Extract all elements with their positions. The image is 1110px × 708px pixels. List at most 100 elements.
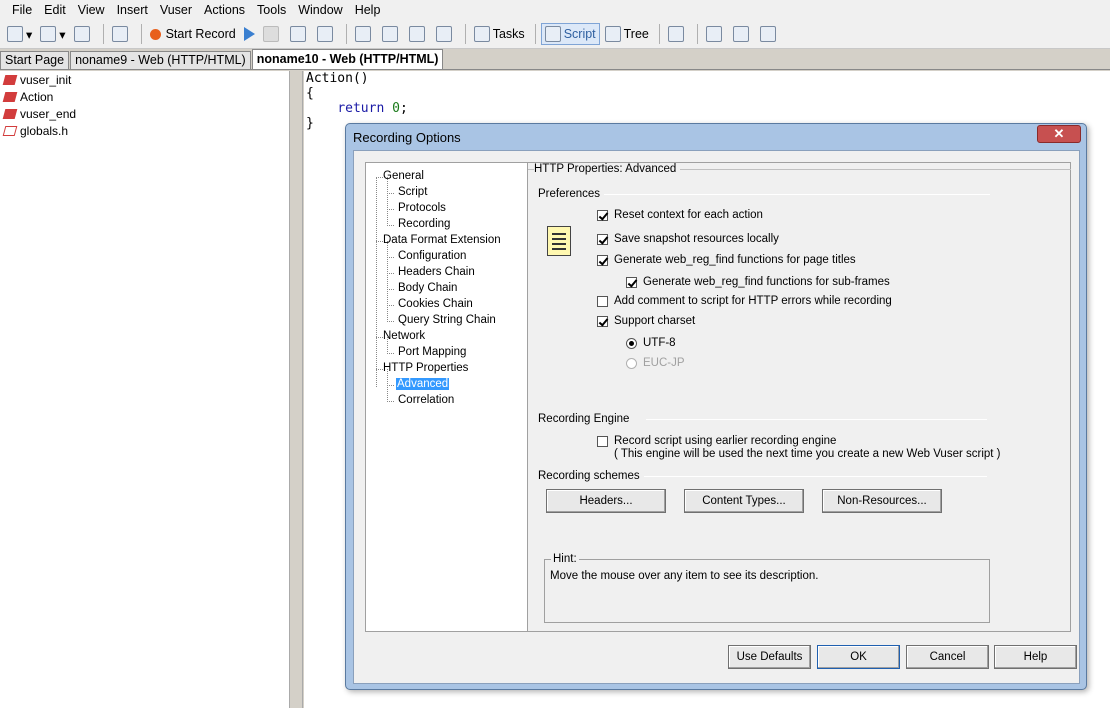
earlier-engine-checkbox[interactable]: Record script using earlier recording en…: [597, 435, 836, 447]
tree-item-action[interactable]: Action: [0, 88, 289, 105]
dialog-body: General Script Protocols Recording Data …: [353, 150, 1080, 684]
nav-configuration[interactable]: Configuration: [398, 250, 466, 262]
support-charset-checkbox[interactable]: Support charset: [597, 315, 695, 327]
nav-advanced[interactable]: Advanced: [396, 378, 450, 390]
stop-icon: [262, 26, 279, 42]
nav-data-format-extension[interactable]: Data Format Extension: [383, 234, 501, 246]
close-button[interactable]: ✕: [1037, 125, 1081, 143]
transaction-button[interactable]: [406, 23, 431, 45]
nav-general[interactable]: General: [383, 170, 424, 182]
tree-view-button[interactable]: Tree: [602, 23, 652, 45]
find-button[interactable]: [109, 23, 134, 45]
nav-recording[interactable]: Recording: [398, 218, 450, 230]
content-types-button[interactable]: Content Types...: [684, 489, 804, 513]
rendezvous-icon: [435, 26, 452, 42]
use-defaults-button[interactable]: Use Defaults: [728, 645, 811, 669]
eucjp-radio[interactable]: EUC-JP: [626, 357, 685, 369]
checkbox-box: [597, 233, 608, 245]
rendezvous-button[interactable]: [433, 23, 458, 45]
tree-item-vuser-init[interactable]: vuser_init: [0, 71, 289, 88]
recording-schemes-label: Recording schemes: [538, 470, 644, 482]
nav-cookies-chain[interactable]: Cookies Chain: [398, 298, 473, 310]
nav-protocols[interactable]: Protocols: [398, 202, 446, 214]
script-tree-pane: vuser_init Action vuser_end globals.h: [0, 71, 290, 708]
new-icon: [7, 26, 23, 42]
toolbar-separator: [102, 24, 104, 44]
document-tabs: Start Page noname9 - Web (HTTP/HTML) non…: [0, 49, 1110, 70]
tab-noname9[interactable]: noname9 - Web (HTTP/HTML): [70, 51, 251, 69]
reset-context-checkbox[interactable]: Reset context for each action: [597, 209, 763, 221]
non-resources-button[interactable]: Non-Resources...: [822, 489, 942, 513]
menu-window[interactable]: Window: [292, 3, 348, 17]
compile-icon: [289, 26, 306, 42]
run-button[interactable]: [241, 23, 258, 45]
tree-connector: [387, 273, 394, 274]
cancel-button[interactable]: Cancel: [906, 645, 989, 669]
nav-script[interactable]: Script: [398, 186, 427, 198]
dialog-title: Recording Options: [353, 130, 461, 145]
menu-edit[interactable]: Edit: [38, 3, 72, 17]
breakpoint-button[interactable]: [352, 23, 377, 45]
compile-button[interactable]: [287, 23, 312, 45]
insert-step-button[interactable]: [379, 23, 404, 45]
breakpoint-icon: [354, 26, 371, 42]
nav-headers-chain[interactable]: Headers Chain: [398, 266, 475, 278]
tree-connector: [376, 369, 383, 370]
nav-query-string-chain[interactable]: Query String Chain: [398, 314, 496, 326]
headers-button[interactable]: Headers...: [546, 489, 666, 513]
tree-connector: [387, 289, 394, 290]
output-window-button[interactable]: [665, 23, 690, 45]
menu-insert[interactable]: Insert: [111, 3, 154, 17]
group-divider: [642, 476, 987, 477]
start-record-button[interactable]: Start Record: [147, 23, 239, 45]
script-view-button[interactable]: Script: [540, 23, 600, 45]
new-script-button[interactable]: ▾: [4, 23, 35, 45]
ok-button[interactable]: OK: [817, 645, 900, 669]
tree-connector: [387, 305, 394, 306]
tree-connector: [387, 241, 388, 322]
menu-file[interactable]: File: [6, 3, 38, 17]
nav-http-properties[interactable]: HTTP Properties: [383, 362, 468, 374]
step-button[interactable]: [314, 23, 339, 45]
nav-port-mapping[interactable]: Port Mapping: [398, 346, 466, 358]
hint-label: Hint:: [551, 553, 579, 565]
regenerate-button[interactable]: [730, 23, 755, 45]
action-icon: [2, 108, 18, 119]
compare-button[interactable]: [757, 23, 782, 45]
toolbar-separator: [140, 24, 142, 44]
save-button[interactable]: [71, 23, 96, 45]
transaction-icon: [408, 26, 425, 42]
recording-options-icon: [705, 26, 722, 42]
help-button[interactable]: Help: [994, 645, 1077, 669]
nav-body-chain[interactable]: Body Chain: [398, 282, 457, 294]
tree-connector: [387, 177, 388, 226]
tree-icon: [604, 26, 621, 42]
tree-connector: [387, 401, 394, 402]
menu-view[interactable]: View: [72, 3, 111, 17]
stop-button[interactable]: [260, 23, 285, 45]
open-button[interactable]: ▾: [37, 23, 68, 45]
menu-actions[interactable]: Actions: [198, 3, 251, 17]
tasks-button[interactable]: Tasks: [471, 23, 528, 45]
menu-tools[interactable]: Tools: [251, 3, 292, 17]
save-snapshot-checkbox[interactable]: Save snapshot resources locally: [597, 233, 779, 245]
menu-vuser[interactable]: Vuser: [154, 3, 198, 17]
group-divider: [600, 194, 990, 195]
add-comment-http-errors-checkbox[interactable]: Add comment to script for HTTP errors wh…: [597, 295, 892, 307]
code-number: 0: [392, 101, 400, 116]
tree-item-globals[interactable]: globals.h: [0, 122, 289, 139]
generate-find-titles-checkbox[interactable]: Generate web_reg_find functions for page…: [597, 254, 856, 266]
tab-start-page[interactable]: Start Page: [0, 51, 70, 69]
engine-note: ( This engine will be used the next time…: [614, 448, 1005, 460]
tab-noname10[interactable]: noname10 - Web (HTTP/HTML): [251, 49, 444, 69]
tree-item-vuser-end[interactable]: vuser_end: [0, 105, 289, 122]
menu-help[interactable]: Help: [349, 3, 387, 17]
nav-correlation[interactable]: Correlation: [398, 394, 454, 406]
nav-network[interactable]: Network: [383, 330, 425, 342]
utf8-radio[interactable]: UTF-8: [626, 337, 676, 349]
generate-find-subframes-checkbox[interactable]: Generate web_reg_find functions for sub-…: [626, 276, 890, 288]
checkbox-box: [597, 209, 608, 221]
pane-splitter[interactable]: [291, 71, 303, 708]
recording-options-button[interactable]: [703, 23, 728, 45]
toolbar-separator: [658, 24, 660, 44]
